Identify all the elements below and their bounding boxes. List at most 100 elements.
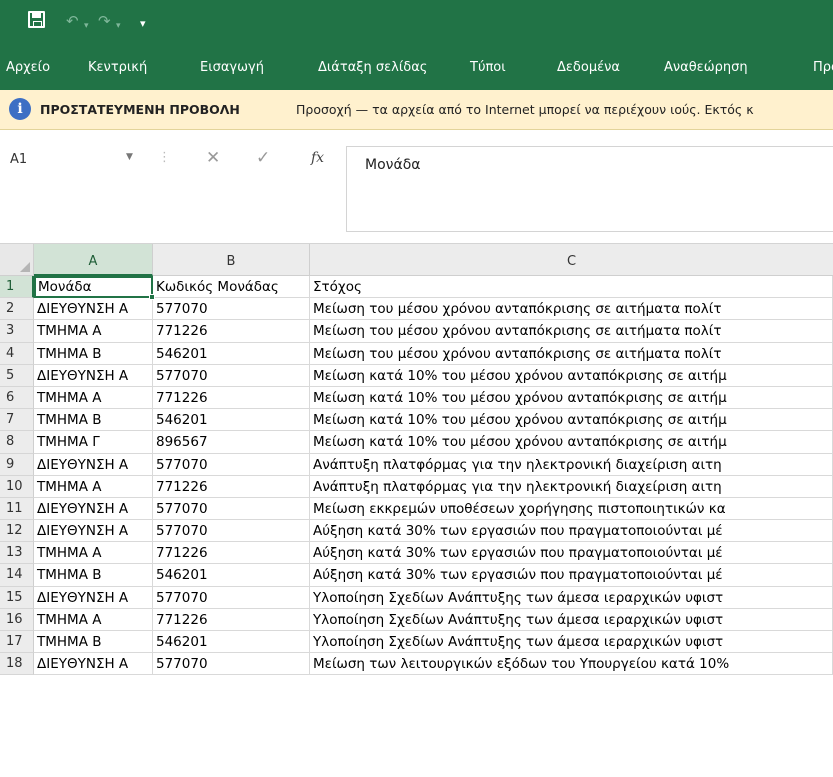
cell-a[interactable]: ΔΙΕΥΘΥΝΣΗ Α xyxy=(34,520,153,543)
cell-a[interactable]: ΤΜΗΜΑ Β xyxy=(34,631,153,654)
cell-b[interactable]: 771226 xyxy=(153,475,310,498)
column-header-a[interactable]: A xyxy=(34,244,153,276)
row-header[interactable]: 1 xyxy=(0,276,34,299)
cell-c[interactable]: Στόχος xyxy=(310,276,833,299)
cell-c[interactable]: Ανάπτυξη πλατφόρμας για την ηλεκτρονική … xyxy=(310,475,833,498)
cell-b[interactable]: Κωδικός Μονάδας xyxy=(153,276,310,299)
save-icon[interactable] xyxy=(28,11,45,28)
row-header[interactable]: 9 xyxy=(0,453,34,476)
cell-c[interactable]: Υλοποίηση Σχεδίων Ανάπτυξης των άμεσα ιε… xyxy=(310,586,833,609)
row-header[interactable]: 15 xyxy=(0,586,34,609)
tab-data[interactable]: Δεδομένα xyxy=(557,60,620,75)
cell-c[interactable]: Μείωση κατά 10% του μέσου χρόνου ανταπόκ… xyxy=(310,386,833,410)
customize-toolbar-icon[interactable]: ▾ xyxy=(140,15,146,33)
table-row: 2 ΔΙΕΥΘΥΝΣΗ Α 577070 Μείωση του μέσου χρόνο… xyxy=(0,298,833,321)
chevron-down-icon[interactable]: ▼ xyxy=(126,152,133,162)
cell-a[interactable]: ΤΜΗΜΑ Α xyxy=(34,608,153,631)
column-header-c[interactable]: C xyxy=(310,244,833,276)
select-all-button[interactable] xyxy=(0,244,34,276)
cell-b[interactable]: 546201 xyxy=(153,342,310,365)
cell-a[interactable]: ΤΜΗΜΑ Α xyxy=(34,475,153,498)
cell-c[interactable]: Αύξηση κατά 30% των εργασιών που πραγματ… xyxy=(310,564,833,587)
table-row: 18 ΔΙΕΥΘΥΝΣΗ Α 577070 Μείωση των λειτουργικ… xyxy=(0,653,833,676)
tab-view[interactable]: Προ xyxy=(813,60,833,75)
cell-c[interactable]: Υλοποίηση Σχεδίων Ανάπτυξης των άμεσα ιε… xyxy=(310,631,833,654)
cell-b[interactable]: 577070 xyxy=(153,364,310,387)
row-header[interactable]: 12 xyxy=(0,520,34,543)
cell-b[interactable]: 771226 xyxy=(153,542,310,565)
cell-c[interactable]: Αύξηση κατά 30% των εργασιών που πραγματ… xyxy=(310,542,833,565)
tab-file[interactable]: Αρχείο xyxy=(6,60,50,75)
cell-c[interactable]: Μείωση κατά 10% του μέσου χρόνου ανταπόκ… xyxy=(310,364,833,387)
cell-b[interactable]: 577070 xyxy=(153,653,310,676)
cell-a[interactable]: ΤΜΗΜΑ Β xyxy=(34,342,153,365)
table-row: 13 ΤΜΗΜΑ Α 771226 Αύξηση κατά 30% των εργασ… xyxy=(0,542,833,565)
cell-b[interactable]: 577070 xyxy=(153,298,310,321)
cancel-icon[interactable]: ✕ xyxy=(206,148,220,168)
row-header[interactable]: 6 xyxy=(0,386,34,410)
cell-c[interactable]: Ανάπτυξη πλατφόρμας για την ηλεκτρονική … xyxy=(310,453,833,476)
cell-a[interactable]: ΔΙΕΥΘΥΝΣΗ Α xyxy=(34,298,153,321)
cell-b[interactable]: 771226 xyxy=(153,320,310,343)
cell-a[interactable]: ΤΜΗΜΑ Β xyxy=(34,564,153,587)
row-header[interactable]: 3 xyxy=(0,320,34,343)
row-header[interactable]: 13 xyxy=(0,542,34,565)
cell-b[interactable]: 546201 xyxy=(153,409,310,432)
cell-a[interactable]: ΔΙΕΥΘΥΝΣΗ Α xyxy=(34,453,153,476)
fill-handle[interactable] xyxy=(149,294,155,300)
row-header[interactable]: 8 xyxy=(0,431,34,454)
cell-c[interactable]: Αύξηση κατά 30% των εργασιών που πραγματ… xyxy=(310,520,833,543)
cell-a[interactable]: ΤΜΗΜΑ Α xyxy=(34,542,153,565)
tab-home[interactable]: Κεντρική xyxy=(88,60,147,75)
redo-dropdown-icon[interactable]: ▾ xyxy=(116,17,121,35)
row-header[interactable]: 11 xyxy=(0,497,34,521)
cell-b[interactable]: 577070 xyxy=(153,453,310,476)
cell-c[interactable]: Υλοποίηση Σχεδίων Ανάπτυξης των άμεσα ιε… xyxy=(310,608,833,631)
cell-b[interactable]: 546201 xyxy=(153,564,310,587)
cell-b[interactable]: 577070 xyxy=(153,520,310,543)
tab-formulas[interactable]: Τύποι xyxy=(470,60,506,75)
name-box[interactable]: A1 xyxy=(10,152,27,167)
cell-c[interactable]: Μείωση του μέσου χρόνου ανταπόκρισης σε … xyxy=(310,298,833,321)
undo-icon[interactable]: ↶ xyxy=(66,12,79,30)
row-header[interactable]: 14 xyxy=(0,564,34,587)
row-header[interactable]: 4 xyxy=(0,342,34,365)
tab-review[interactable]: Αναθεώρηση xyxy=(664,60,748,75)
cell-a[interactable]: ΤΜΗΜΑ Γ xyxy=(34,431,153,454)
cell-a[interactable]: ΤΜΗΜΑ Β xyxy=(34,409,153,432)
row-header[interactable]: 10 xyxy=(0,475,34,498)
cell-c[interactable]: Μείωση κατά 10% του μέσου χρόνου ανταπόκ… xyxy=(310,431,833,454)
cell-b[interactable]: 577070 xyxy=(153,586,310,609)
cell-b[interactable]: 771226 xyxy=(153,386,310,410)
cell-b[interactable]: 577070 xyxy=(153,497,310,521)
formula-input[interactable]: Μονάδα xyxy=(346,146,833,232)
cell-a[interactable]: Μονάδα xyxy=(34,276,153,299)
cell-a[interactable]: ΤΜΗΜΑ Α xyxy=(34,320,153,343)
cell-c[interactable]: Μείωση κατά 10% του μέσου χρόνου ανταπόκ… xyxy=(310,409,833,432)
cell-a[interactable]: ΔΙΕΥΘΥΝΣΗ Α xyxy=(34,497,153,521)
cell-a[interactable]: ΔΙΕΥΘΥΝΣΗ Α xyxy=(34,586,153,609)
redo-icon[interactable]: ↷ xyxy=(98,12,111,30)
tab-page-layout[interactable]: Διάταξη σελίδας xyxy=(318,60,427,75)
cell-a[interactable]: ΔΙΕΥΘΥΝΣΗ Α xyxy=(34,364,153,387)
cell-b[interactable]: 771226 xyxy=(153,608,310,631)
cell-a[interactable]: ΔΙΕΥΘΥΝΣΗ Α xyxy=(34,653,153,676)
cell-c[interactable]: Μείωση εκκρεμών υποθέσεων χορήγησης πιστ… xyxy=(310,497,833,521)
cell-b[interactable]: 896567 xyxy=(153,431,310,454)
cell-c[interactable]: Μείωση του μέσου χρόνου ανταπόκρισης σε … xyxy=(310,342,833,365)
tab-insert[interactable]: Εισαγωγή xyxy=(200,60,264,75)
undo-dropdown-icon[interactable]: ▾ xyxy=(84,17,89,35)
column-header-b[interactable]: B xyxy=(153,244,310,276)
cell-b[interactable]: 546201 xyxy=(153,631,310,654)
row-header[interactable]: 7 xyxy=(0,409,34,432)
row-header[interactable]: 5 xyxy=(0,364,34,387)
insert-function-icon[interactable]: fx xyxy=(311,150,324,166)
cell-a[interactable]: ΤΜΗΜΑ Α xyxy=(34,386,153,410)
row-header[interactable]: 18 xyxy=(0,653,34,676)
row-header[interactable]: 16 xyxy=(0,608,34,631)
cell-c[interactable]: Μείωση των λειτουργικών εξόδων του Υπουρ… xyxy=(310,653,833,676)
enter-icon[interactable]: ✓ xyxy=(256,148,270,168)
row-header[interactable]: 2 xyxy=(0,298,34,321)
cell-c[interactable]: Μείωση του μέσου χρόνου ανταπόκρισης σε … xyxy=(310,320,833,343)
row-header[interactable]: 17 xyxy=(0,631,34,654)
